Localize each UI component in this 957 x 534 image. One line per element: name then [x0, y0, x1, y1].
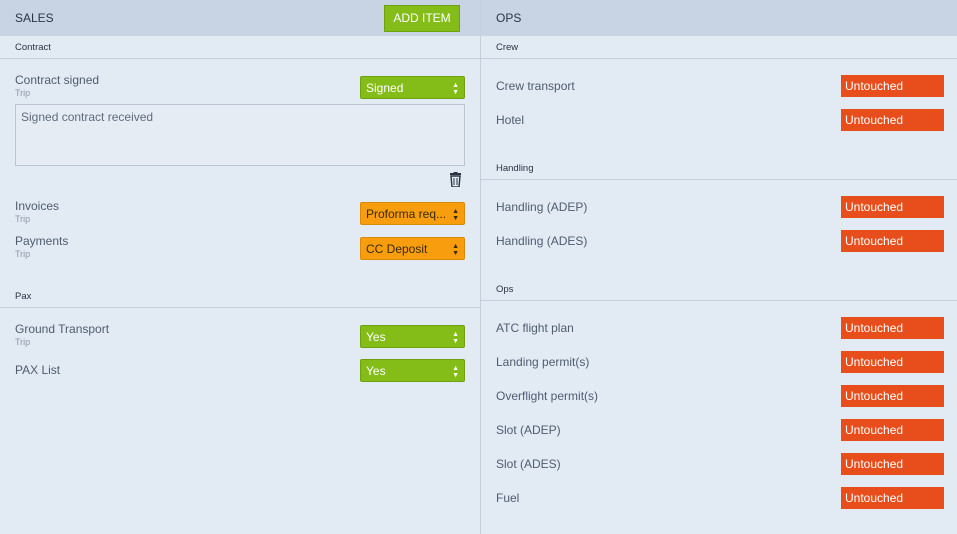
payments-sub: Trip	[15, 249, 31, 259]
select-arrows-icon: ▲ ▼	[452, 331, 459, 345]
status-badge[interactable]: Untouched	[841, 75, 944, 97]
sales-title: SALES	[15, 11, 54, 25]
section-pax: Pax	[0, 285, 480, 308]
section-handling-label: Handling	[496, 163, 534, 174]
ground-transport-sub: Trip	[15, 337, 31, 347]
ops-item-label: Overflight permit(s)	[496, 389, 599, 403]
sales-panel: SALES ADD ITEM Contract Contract signed …	[0, 0, 480, 534]
contract-signed-select[interactable]: Signed ▲ ▼	[360, 76, 465, 99]
invoices-label: Invoices	[15, 199, 60, 213]
pax-list-value: Yes	[366, 364, 386, 378]
ops-item-label: Landing permit(s)	[496, 355, 590, 369]
ops-header: OPS	[481, 0, 957, 36]
status-badge[interactable]: Untouched	[841, 419, 944, 441]
invoices-value: Proforma req...	[366, 207, 447, 221]
section-crew-label: Crew	[496, 42, 519, 53]
section-contract: Contract	[0, 36, 480, 59]
ops-item-label: Fuel	[496, 491, 520, 505]
ground-transport-select[interactable]: Yes ▲ ▼	[360, 325, 465, 348]
payments-value: CC Deposit	[366, 242, 428, 256]
status-badge[interactable]: Untouched	[841, 196, 944, 218]
section-ops: Ops	[481, 278, 957, 301]
ground-transport-value: Yes	[366, 330, 386, 344]
select-arrows-icon: ▲ ▼	[452, 243, 459, 257]
status-badge[interactable]: Untouched	[841, 351, 944, 373]
pax-list-select[interactable]: Yes ▲ ▼	[360, 359, 465, 382]
invoices-select[interactable]: Proforma req... ▲ ▼	[360, 202, 465, 225]
ops-item-label: Hotel	[496, 113, 525, 127]
trash-icon[interactable]	[449, 172, 462, 187]
payments-select[interactable]: CC Deposit ▲ ▼	[360, 237, 465, 260]
ops-item-label: Handling (ADES)	[496, 234, 588, 248]
status-badge[interactable]: Untouched	[841, 385, 944, 407]
ops-item-label: Slot (ADEP)	[496, 423, 561, 437]
select-arrows-icon: ▲ ▼	[452, 82, 459, 96]
section-crew: Crew	[481, 36, 957, 59]
select-arrows-icon: ▲ ▼	[452, 365, 459, 379]
select-arrows-icon: ▲ ▼	[452, 208, 459, 222]
pax-list-label: PAX List	[15, 363, 61, 377]
sales-header: SALES ADD ITEM	[0, 0, 480, 36]
contract-signed-label: Contract signed	[15, 73, 100, 87]
ops-item-label: ATC flight plan	[496, 321, 574, 335]
ops-item-label: Handling (ADEP)	[496, 200, 588, 214]
invoices-sub: Trip	[15, 214, 31, 224]
section-ops-label: Ops	[496, 284, 514, 295]
status-badge[interactable]: Untouched	[841, 230, 944, 252]
add-item-button[interactable]: ADD ITEM	[384, 5, 460, 32]
payments-label: Payments	[15, 234, 69, 248]
status-badge[interactable]: Untouched	[841, 109, 944, 131]
status-badge[interactable]: Untouched	[841, 317, 944, 339]
status-badge[interactable]: Untouched	[841, 487, 944, 509]
contract-signed-value: Signed	[366, 81, 404, 95]
contract-note-textarea[interactable]: Signed contract received	[15, 104, 465, 166]
section-contract-label: Contract	[15, 42, 51, 53]
section-pax-label: Pax	[15, 291, 32, 302]
section-handling: Handling	[481, 157, 957, 180]
status-badge[interactable]: Untouched	[841, 453, 944, 475]
ops-panel: OPS Crew Crew transport Untouched Hotel …	[481, 0, 957, 534]
contract-signed-sub: Trip	[15, 88, 31, 98]
ops-item-label: Slot (ADES)	[496, 457, 561, 471]
ops-item-label: Crew transport	[496, 79, 575, 93]
ground-transport-label: Ground Transport	[15, 322, 110, 336]
ops-title: OPS	[496, 11, 522, 25]
